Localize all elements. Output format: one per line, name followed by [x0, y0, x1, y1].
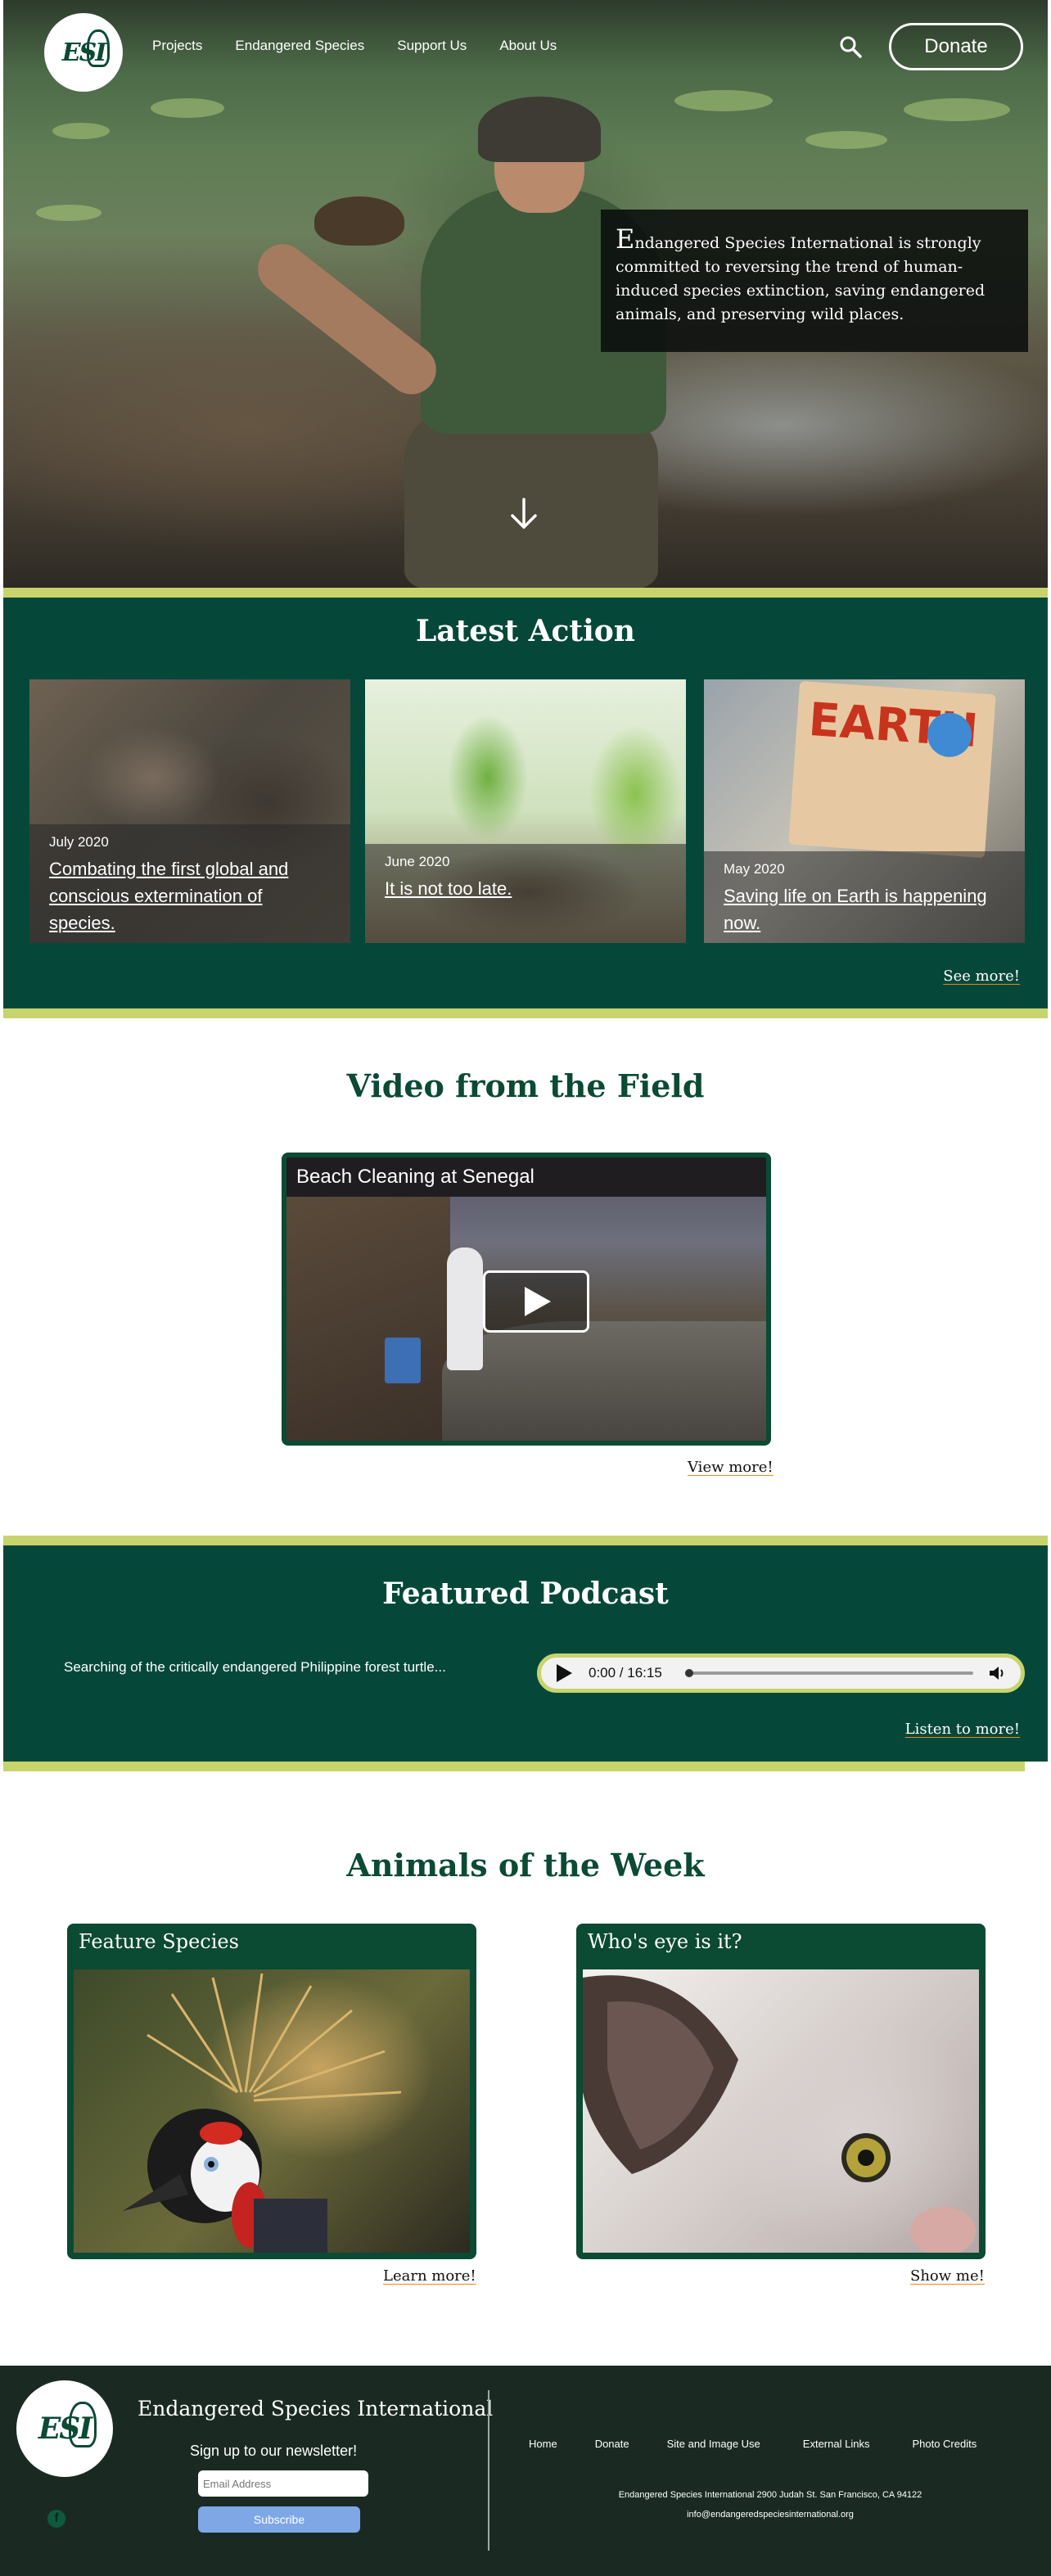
hero-lily-pad	[805, 131, 887, 149]
action-card[interactable]: EARTH May 2020 Saving life on Earth is h…	[704, 679, 1025, 943]
action-card-date: May 2020	[724, 861, 785, 877]
audio-player[interactable]: 0:00 / 16:15	[537, 1653, 1025, 1693]
arrow-down-icon[interactable]	[507, 496, 540, 532]
mission-statement: Endangered Species International is stro…	[601, 210, 1028, 352]
page: ESI Projects Endangered Species Support …	[0, 0, 1051, 2576]
main-nav: Projects Endangered Species Support Us A…	[152, 38, 589, 54]
action-card[interactable]: July 2020 Combating the first global and…	[29, 679, 350, 943]
whose-eye-card[interactable]: Who's eye is it?	[576, 1924, 986, 2259]
feature-species-header: Feature Species	[79, 1930, 239, 1953]
donate-button[interactable]: Donate	[889, 23, 1023, 70]
audio-time: 0:00 / 16:15	[589, 1665, 662, 1680]
video-player[interactable]: Beach Cleaning at Senegal	[282, 1153, 771, 1446]
action-card-title[interactable]: It is not too late.	[385, 875, 666, 902]
aye-aye-photo	[583, 1969, 979, 2253]
accent-band	[3, 588, 1048, 598]
footer-link-home[interactable]: Home	[529, 2438, 557, 2450]
footer-org-name: Endangered Species International	[138, 2397, 494, 2420]
action-card[interactable]: June 2020 It is not too late.	[365, 679, 686, 943]
footer-link-external-links[interactable]: External Links	[803, 2438, 870, 2450]
footer-link-site-image-use[interactable]: Site and Image Use	[667, 2438, 760, 2450]
gorilla-icon	[87, 29, 110, 67]
mission-text: ndangered Species International is stron…	[616, 234, 986, 323]
podcast-title: Featured Podcast	[382, 1577, 669, 1611]
view-more-link[interactable]: View more!	[688, 1459, 774, 1476]
footer-nav: Home Donate Site and Image Use External …	[529, 2438, 977, 2450]
top-navigation: ESI Projects Endangered Species Support …	[0, 0, 1051, 92]
volume-icon[interactable]	[988, 1664, 1008, 1682]
action-card-caption: May 2020 Saving life on Earth is happeni…	[704, 851, 1025, 943]
video-cliff	[286, 1197, 450, 1441]
audio-progress-track[interactable]	[685, 1669, 973, 1677]
hero-lily-pad	[52, 123, 110, 139]
feature-species-card[interactable]: Feature Species	[67, 1924, 476, 2259]
play-button[interactable]	[483, 1270, 589, 1333]
accent-band	[3, 1008, 1048, 1018]
nav-support-us[interactable]: Support Us	[397, 38, 467, 54]
hero-lily-pad	[674, 90, 773, 111]
video-section-title: Video from the Field	[346, 1067, 705, 1104]
learn-more-link[interactable]: Learn more!	[383, 2267, 476, 2285]
whose-eye-header: Who's eye is it?	[588, 1930, 742, 1953]
action-card-date: July 2020	[49, 834, 109, 850]
accent-band	[3, 1762, 1025, 1771]
accent-band	[3, 1536, 1048, 1545]
search-icon[interactable]	[838, 34, 863, 59]
audio-progress-knob[interactable]	[685, 1669, 693, 1677]
footer-link-donate[interactable]: Donate	[595, 2438, 629, 2450]
show-me-link[interactable]: Show me!	[910, 2267, 985, 2285]
footer: ESI Endangered Species International Sig…	[0, 2366, 1051, 2576]
newsletter-email-input[interactable]	[198, 2470, 368, 2497]
subscribe-button[interactable]: Subscribe	[198, 2506, 360, 2533]
podcast-description: Searching of the critically endangered P…	[64, 1659, 446, 1675]
protest-sign: EARTH	[788, 680, 996, 859]
latest-action-section: Latest Action July 2020 Combating the fi…	[3, 598, 1048, 1008]
action-card-caption: June 2020 It is not too late.	[365, 844, 686, 943]
aye-aye-illustration	[583, 1975, 976, 2253]
footer-address: Endangered Species International 2900 Ju…	[618, 2490, 922, 2500]
newsletter-label: Sign up to our newsletter!	[190, 2443, 358, 2459]
action-card-title[interactable]: Saving life on Earth is happening now.	[724, 882, 1005, 936]
action-card-date: June 2020	[385, 854, 450, 869]
footer-esi-logo[interactable]: ESI	[16, 2380, 113, 2477]
podcast-section: Featured Podcast Searching of the critic…	[3, 1545, 1048, 1762]
animals-section-title: Animals of the Week	[346, 1847, 705, 1884]
footer-link-photo-credits[interactable]: Photo Credits	[912, 2438, 977, 2450]
play-icon[interactable]	[554, 1662, 574, 1684]
latest-action-title: Latest Action	[416, 614, 635, 648]
video-rocks	[442, 1321, 766, 1441]
crowned-crane-photo	[74, 1969, 470, 2253]
footer-divider	[488, 2390, 489, 2551]
video-person	[447, 1247, 483, 1370]
action-card-caption: July 2020 Combating the first global and…	[29, 824, 350, 943]
esi-logo[interactable]: ESI	[44, 13, 123, 92]
action-card-title[interactable]: Combating the first global and conscious…	[49, 855, 331, 936]
video-title: Beach Cleaning at Senegal	[286, 1157, 766, 1197]
crane-illustration	[123, 1973, 402, 2253]
nav-projects[interactable]: Projects	[152, 38, 202, 54]
listen-more-link[interactable]: Listen to more!	[905, 1721, 1020, 1738]
mission-drop-cap: E	[616, 223, 635, 255]
nav-about-us[interactable]: About Us	[499, 38, 557, 54]
hero-lily-pad	[904, 98, 1010, 121]
footer-email[interactable]: info@endangeredspeciesinternational.org	[489, 2510, 1051, 2520]
hero-lily-pad	[151, 98, 224, 118]
gorilla-icon	[69, 2402, 97, 2447]
video-bucket	[385, 1338, 421, 1383]
hero-lily-pad	[36, 205, 101, 221]
facebook-icon[interactable]: f	[47, 2510, 65, 2528]
nav-endangered-species[interactable]: Endangered Species	[235, 38, 364, 54]
see-more-link[interactable]: See more!	[943, 968, 1020, 985]
play-icon	[525, 1287, 551, 1316]
